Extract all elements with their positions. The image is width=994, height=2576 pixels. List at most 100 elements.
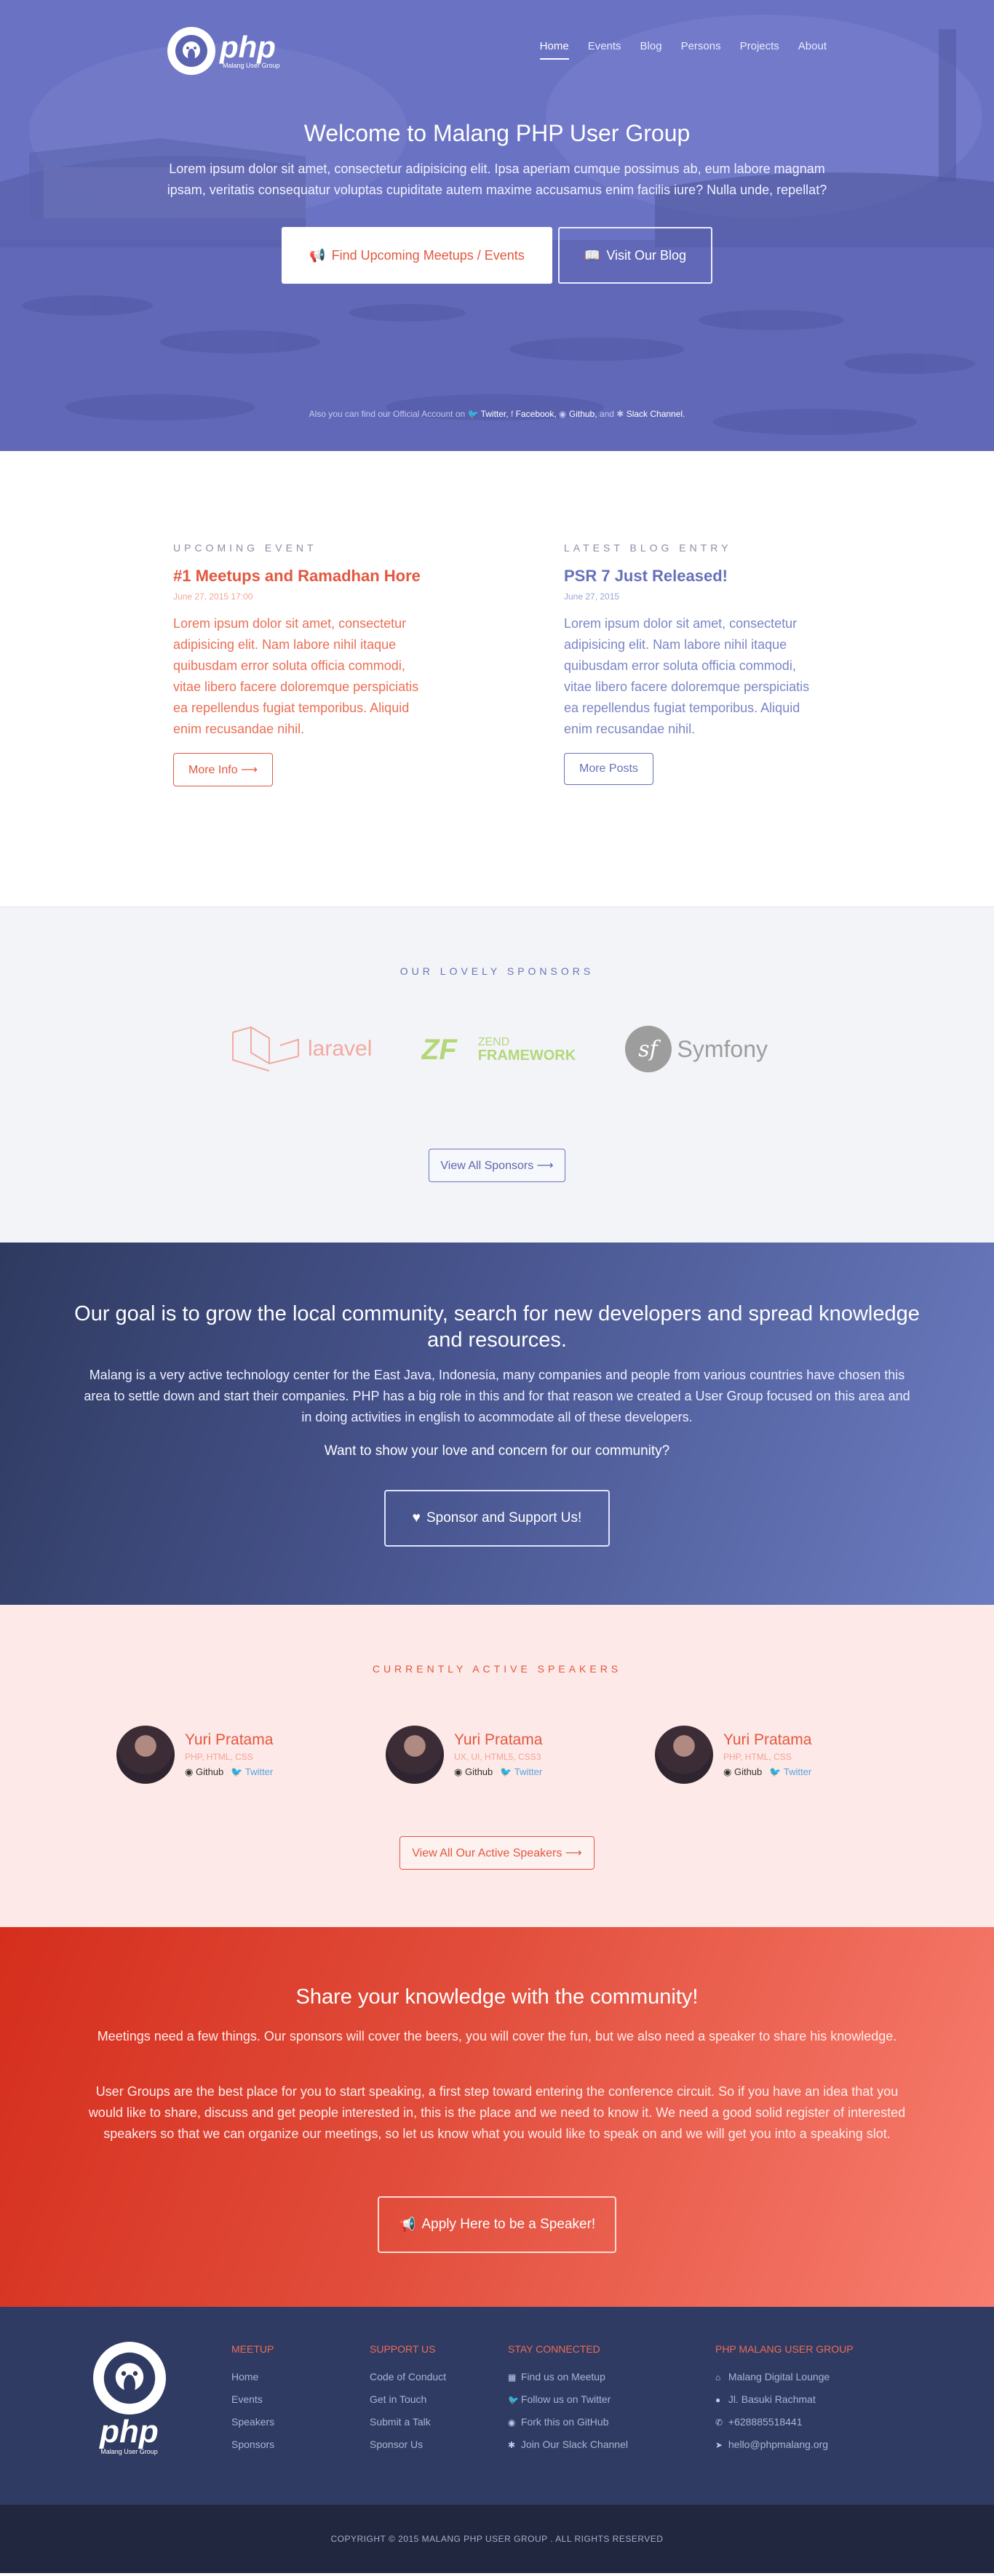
news-section: Upcoming Event #1 Meetups and Ramadhan H… bbox=[0, 451, 994, 907]
footer-link-home[interactable]: Home bbox=[231, 2371, 274, 2382]
social-facebook-link[interactable]: f Facebook, bbox=[511, 409, 557, 419]
footer-link-slack[interactable]: ✱ Join Our Slack Channel bbox=[508, 2439, 628, 2450]
twitter-icon: 🐦 bbox=[467, 409, 479, 419]
speaker-github-label: Github bbox=[464, 1766, 493, 1777]
facebook-icon: f bbox=[510, 409, 514, 419]
footer-location-label: Malang Digital Lounge bbox=[728, 2371, 830, 2382]
social-prefix: Also you can find our Official Account o… bbox=[309, 409, 466, 419]
more-posts-button[interactable]: More Posts bbox=[564, 753, 653, 785]
site-footer: php Malang User Group MEETUP Home Events… bbox=[0, 2307, 994, 2505]
find-meetups-button[interactable]: 📢 Find Upcoming Meetups / Events bbox=[282, 227, 552, 284]
nav-events[interactable]: Events bbox=[588, 40, 621, 60]
social-github-label: Github, bbox=[568, 409, 597, 419]
nav-projects[interactable]: Projects bbox=[740, 40, 779, 60]
speaker-github-link[interactable]: ◉ Github bbox=[454, 1766, 493, 1778]
map-marker-icon: ● bbox=[715, 2395, 721, 2405]
elephant-logo-icon bbox=[92, 2342, 166, 2414]
hero-social-links: Also you can find our Official Account o… bbox=[0, 409, 994, 419]
hero-title: Welcome to Malang PHP User Group bbox=[303, 120, 691, 146]
speaker-twitter-link[interactable]: 🐦 Twitter bbox=[500, 1766, 542, 1778]
book-icon: 📖 bbox=[584, 247, 601, 263]
footer-connected-title: STAY CONNECTED bbox=[508, 2343, 600, 2355]
footer-link-sponsor-us[interactable]: Sponsor Us bbox=[370, 2439, 446, 2450]
blog-body: Lorem ipsum dolor sit amet, consectetur … bbox=[564, 616, 810, 736]
footer-address-label: Jl. Basuki Rachmat bbox=[728, 2393, 816, 2405]
share-title: Share your knowledge with the community! bbox=[295, 1985, 699, 2009]
speaker-card: Yuri Pratama UX, UI, HTML5, CSS3 ◉ Githu… bbox=[386, 1726, 604, 1784]
find-meetups-label: Find Upcoming Meetups / Events bbox=[331, 247, 525, 263]
hero-content: Welcome to Malang PHP User Group Lorem i… bbox=[0, 120, 994, 284]
upcoming-date: June 27, 2015 17:00 bbox=[173, 591, 253, 602]
footer-link-submit-talk[interactable]: Submit a Talk bbox=[370, 2416, 446, 2428]
speaker-github-link[interactable]: ◉ Github bbox=[723, 1766, 762, 1778]
blog-kicker: Latest Blog Entry bbox=[564, 542, 732, 554]
speaker-twitter-link[interactable]: 🐦 Twitter bbox=[231, 1766, 273, 1778]
speaker-name[interactable]: Yuri Pratama bbox=[454, 1731, 542, 1749]
hero-buttons: 📢 Find Upcoming Meetups / Events 📖 Visit… bbox=[0, 227, 994, 284]
footer-address[interactable]: ● Jl. Basuki Rachmat bbox=[715, 2393, 854, 2405]
footer-link-code-of-conduct[interactable]: Code of Conduct bbox=[370, 2371, 446, 2382]
social-slack-link[interactable]: ✱ Slack Channel. bbox=[616, 409, 685, 419]
footer-phone[interactable]: ✆ +628885518441 bbox=[715, 2416, 854, 2428]
speaker-twitter-link[interactable]: 🐦 Twitter bbox=[769, 1766, 811, 1778]
footer-link-speakers[interactable]: Speakers bbox=[231, 2416, 274, 2428]
twitter-icon: 🐦 bbox=[231, 1766, 243, 1777]
footer-phone-label: +628885518441 bbox=[728, 2416, 803, 2428]
social-github-link[interactable]: ◉ Github, bbox=[559, 409, 597, 419]
github-icon: ◉ bbox=[559, 409, 567, 419]
view-all-speakers-button[interactable]: View All Our Active Speakers ⟶ bbox=[399, 1836, 595, 1870]
footer-meetup-column: MEETUP Home Events Speakers Sponsors bbox=[231, 2343, 274, 2461]
megaphone-icon: 📢 bbox=[309, 247, 326, 263]
nav-blog[interactable]: Blog bbox=[640, 40, 662, 60]
hero-section: php Malang User Group Home Events Blog P… bbox=[0, 0, 994, 451]
apply-speaker-label: Apply Here to be a Speaker! bbox=[421, 2217, 596, 2232]
footer-link-sponsors[interactable]: Sponsors bbox=[231, 2439, 274, 2450]
speaker-name[interactable]: Yuri Pratama bbox=[185, 1731, 273, 1749]
footer-connected-column: STAY CONNECTED ▦ Find us on Meetup 🐦 Fol… bbox=[508, 2343, 628, 2461]
upcoming-title[interactable]: #1 Meetups and Ramadhan Hore bbox=[173, 567, 435, 586]
speaker-twitter-label: Twitter bbox=[244, 1766, 274, 1777]
footer-link-events[interactable]: Events bbox=[231, 2393, 274, 2405]
sponsor-logos: laravel ZF ZEND FRAMEWORK sf Symfony bbox=[229, 1020, 768, 1078]
nav-persons[interactable]: Persons bbox=[681, 40, 721, 60]
hero-text: Lorem ipsum dolor sit amet, consectetur … bbox=[167, 162, 827, 197]
footer-email[interactable]: ➤ hello@phpmalang.org bbox=[715, 2439, 854, 2450]
speaker-avatar[interactable] bbox=[116, 1726, 175, 1784]
speaker-name[interactable]: Yuri Pratama bbox=[723, 1731, 811, 1749]
speaker-skills: UX, UI, HTML5, CSS3 bbox=[454, 1752, 541, 1762]
zend-framework-logo[interactable]: ZF ZEND FRAMEWORK bbox=[421, 1034, 576, 1064]
symfony-logo[interactable]: sf Symfony bbox=[624, 1026, 768, 1072]
phone-icon: ✆ bbox=[715, 2417, 723, 2428]
laravel-logo[interactable]: laravel bbox=[229, 1024, 372, 1074]
footer-link-meetup[interactable]: ▦ Find us on Meetup bbox=[508, 2371, 628, 2382]
view-all-sponsors-button[interactable]: View All Sponsors ⟶ bbox=[429, 1149, 565, 1182]
footer-link-twitter[interactable]: 🐦 Follow us on Twitter bbox=[508, 2393, 628, 2405]
speaker-links: ◉ Github 🐦 Twitter bbox=[185, 1766, 273, 1778]
nav-about[interactable]: About bbox=[798, 40, 827, 60]
brand-logo[interactable]: php Malang User Group bbox=[167, 27, 280, 75]
copyright-bar: COPYRIGHT © 2015 MALANG PHP USER GROUP .… bbox=[0, 2505, 994, 2573]
more-info-button[interactable]: More Info ⟶ bbox=[173, 753, 273, 786]
svg-text:ZF: ZF bbox=[421, 1034, 458, 1064]
footer-link-github[interactable]: ◉ Fork this on GitHub bbox=[508, 2416, 628, 2428]
footer-logo[interactable]: php Malang User Group bbox=[91, 2342, 167, 2455]
github-icon: ◉ bbox=[185, 1766, 194, 1777]
visit-blog-button[interactable]: 📖 Visit Our Blog bbox=[558, 227, 712, 284]
nav-menu: Home Events Blog Persons Projects About bbox=[539, 40, 827, 60]
zend-zf-icon: ZF bbox=[421, 1034, 458, 1064]
nav-home[interactable]: Home bbox=[539, 40, 569, 60]
social-twitter-link[interactable]: 🐦 Twitter, bbox=[468, 409, 509, 419]
zend-label-bottom: FRAMEWORK bbox=[477, 1048, 576, 1064]
slack-icon: ✱ bbox=[616, 409, 624, 419]
blog-date: June 27, 2015 bbox=[564, 591, 620, 602]
speaker-avatar[interactable] bbox=[386, 1726, 444, 1784]
laravel-icon bbox=[232, 1026, 299, 1072]
blog-title[interactable]: PSR 7 Just Released! bbox=[564, 567, 826, 586]
speaker-avatar[interactable] bbox=[655, 1726, 713, 1784]
footer-location[interactable]: ⌂ Malang Digital Lounge bbox=[715, 2371, 854, 2382]
speaker-github-link[interactable]: ◉ Github bbox=[185, 1766, 223, 1778]
apply-speaker-button[interactable]: 📢 Apply Here to be a Speaker! bbox=[378, 2196, 616, 2253]
footer-link-get-in-touch[interactable]: Get in Touch bbox=[370, 2393, 446, 2405]
brand-name: php bbox=[220, 30, 276, 64]
sponsor-support-button[interactable]: ♥ Sponsor and Support Us! bbox=[384, 1490, 610, 1547]
